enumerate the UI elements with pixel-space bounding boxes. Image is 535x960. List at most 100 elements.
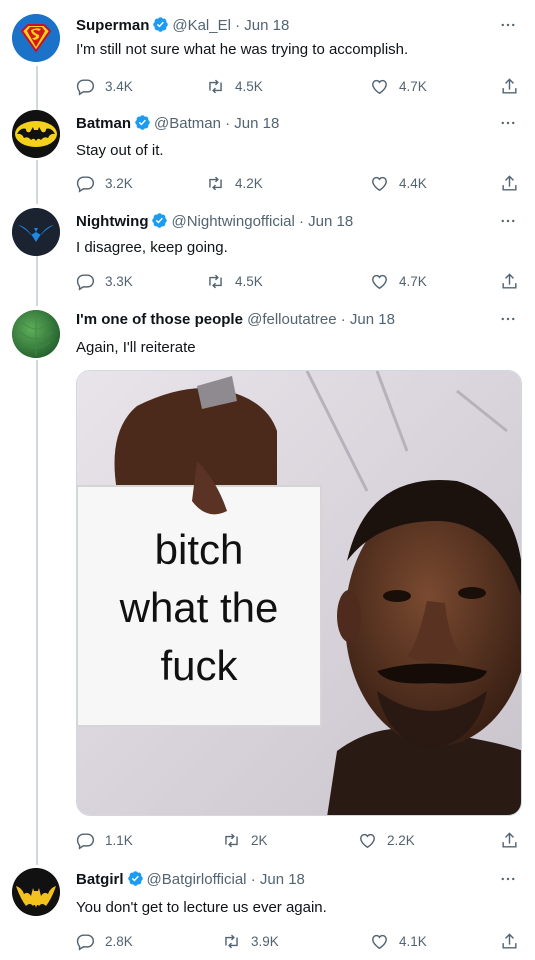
heart-icon — [360, 833, 375, 848]
share-button[interactable] — [500, 271, 529, 291]
retweet-icon — [209, 274, 222, 288]
like-button[interactable]: 4.1K — [370, 931, 427, 951]
share-icon — [502, 77, 517, 94]
tweet-text: You don't get to lecture us ever again. — [76, 899, 327, 916]
display-name[interactable]: Batgirl — [76, 871, 124, 888]
handle[interactable]: @Batgirlofficial — [147, 871, 247, 888]
reply-icon — [76, 273, 95, 291]
display-name[interactable]: Nightwing — [76, 213, 148, 230]
share-button[interactable] — [500, 76, 529, 96]
retweet-button[interactable]: 3.9K — [222, 931, 279, 951]
reply-button[interactable]: 1.1K — [76, 830, 133, 850]
like-count: 4.4K — [399, 175, 427, 191]
verified-badge-icon — [135, 115, 150, 130]
separator: · — [299, 213, 304, 230]
avatar[interactable] — [12, 868, 60, 916]
more-icon[interactable] — [499, 212, 517, 230]
like-button[interactable]: 4.7K — [370, 76, 427, 96]
tweet[interactable]: Nightwing @Nightwingofficial · Jun 18 I d… — [0, 198, 535, 298]
avatar[interactable] — [12, 14, 60, 62]
timestamp[interactable]: Jun 18 — [260, 871, 305, 888]
heart-icon — [372, 79, 387, 94]
tweet-text: Stay out of it. — [76, 142, 164, 159]
share-button[interactable] — [500, 931, 529, 951]
sign-line-1: bitch — [154, 526, 244, 573]
heart-icon — [372, 934, 387, 949]
share-button[interactable] — [500, 830, 529, 850]
reply-icon — [76, 933, 95, 951]
handle[interactable]: @felloutatree — [247, 311, 336, 328]
sign-line-2: what the — [119, 584, 279, 631]
share-icon — [502, 932, 517, 949]
retweet-count: 2K — [251, 832, 268, 848]
handle[interactable]: @Kal_El — [172, 17, 231, 34]
retweet-count: 4.5K — [235, 273, 263, 289]
action-bar: 1.1K 2K 2.2K — [76, 830, 521, 850]
avatar[interactable] — [12, 310, 60, 358]
heart-icon — [372, 274, 387, 289]
like-button[interactable]: 4.4K — [370, 173, 427, 193]
tweet[interactable]: I'm one of those people @felloutatree · … — [0, 298, 535, 858]
heart-icon — [372, 176, 387, 191]
separator: · — [225, 115, 231, 132]
retweet-icon — [209, 79, 222, 93]
more-icon[interactable] — [499, 114, 517, 132]
action-bar: 3.3K 4.5K 4.7K — [76, 271, 521, 291]
batman-logo-icon — [12, 110, 60, 158]
tweet[interactable]: Superman @Kal_El · Jun 18 I'm still not s… — [0, 0, 535, 108]
reply-button[interactable]: 3.3K — [76, 271, 133, 291]
share-button[interactable] — [500, 173, 529, 193]
separator: · — [250, 871, 256, 888]
separator: · — [235, 17, 241, 34]
avatar[interactable] — [12, 208, 60, 256]
tweet-header: Batman @Batman · Jun 18 — [76, 114, 495, 134]
timestamp[interactable]: Jun 18 — [244, 17, 289, 34]
retweet-count: 3.9K — [251, 933, 279, 949]
share-icon — [502, 174, 517, 191]
tweet-media[interactable]: bitch what the fuck — [76, 370, 522, 816]
like-button[interactable]: 4.7K — [370, 271, 427, 291]
tweet-text: Again, I'll reiterate — [76, 339, 196, 356]
nightwing-logo-icon — [12, 208, 60, 256]
handle[interactable]: @Nightwingofficial — [171, 213, 294, 230]
more-icon[interactable] — [499, 310, 517, 328]
tweet[interactable]: Batman @Batman · Jun 18 Stay out of it. 3… — [0, 100, 535, 200]
timestamp[interactable]: Jun 18 — [308, 213, 353, 230]
reply-button[interactable]: 3.2K — [76, 173, 133, 193]
reply-button[interactable]: 2.8K — [76, 931, 133, 951]
timestamp[interactable]: Jun 18 — [234, 115, 279, 132]
superman-logo-icon — [12, 14, 60, 62]
tweet[interactable]: Batgirl @Batgirlofficial · Jun 18 You don… — [0, 856, 535, 960]
reply-icon — [76, 175, 95, 193]
display-name[interactable]: Superman — [76, 17, 149, 34]
retweet-count: 4.5K — [235, 78, 263, 94]
reply-count: 3.2K — [105, 175, 133, 191]
action-bar: 2.8K 3.9K 4.1K — [76, 931, 521, 951]
like-count: 4.7K — [399, 78, 427, 94]
tweet-text: I'm still not sure what he was trying to… — [76, 41, 409, 58]
reply-count: 2.8K — [105, 933, 133, 949]
retweet-button[interactable]: 4.5K — [206, 271, 263, 291]
more-icon[interactable] — [499, 16, 517, 34]
retweet-count: 4.2K — [235, 175, 263, 191]
reply-count: 3.4K — [105, 78, 133, 94]
handle[interactable]: @Batman — [154, 115, 221, 132]
display-name[interactable]: I'm one of those people — [76, 311, 243, 328]
avatar[interactable] — [12, 110, 60, 158]
share-icon — [502, 272, 517, 289]
verified-badge-icon — [127, 871, 143, 886]
batgirl-logo-icon — [12, 868, 60, 916]
retweet-button[interactable]: 2K — [222, 830, 268, 850]
like-button[interactable]: 2.2K — [358, 830, 415, 850]
more-icon[interactable] — [499, 870, 517, 888]
separator: · — [340, 311, 346, 328]
retweet-icon — [225, 833, 238, 847]
retweet-button[interactable]: 4.5K — [206, 76, 263, 96]
display-name[interactable]: Batman — [76, 115, 131, 132]
like-count: 2.2K — [387, 832, 415, 848]
timestamp[interactable]: Jun 18 — [350, 311, 395, 328]
reply-button[interactable]: 3.4K — [76, 76, 133, 96]
retweet-button[interactable]: 4.2K — [206, 173, 263, 193]
meme-photo: bitch what the fuck — [77, 371, 521, 815]
action-bar: 3.4K 4.5K 4.7K — [76, 76, 521, 96]
